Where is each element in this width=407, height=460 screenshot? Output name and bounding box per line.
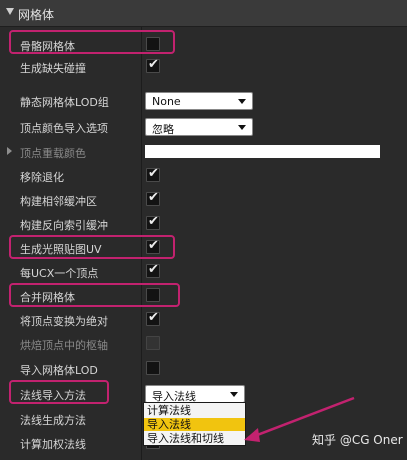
watermark: 知乎 @CG Oner: [312, 433, 403, 447]
annotation-arrow: [244, 396, 355, 442]
